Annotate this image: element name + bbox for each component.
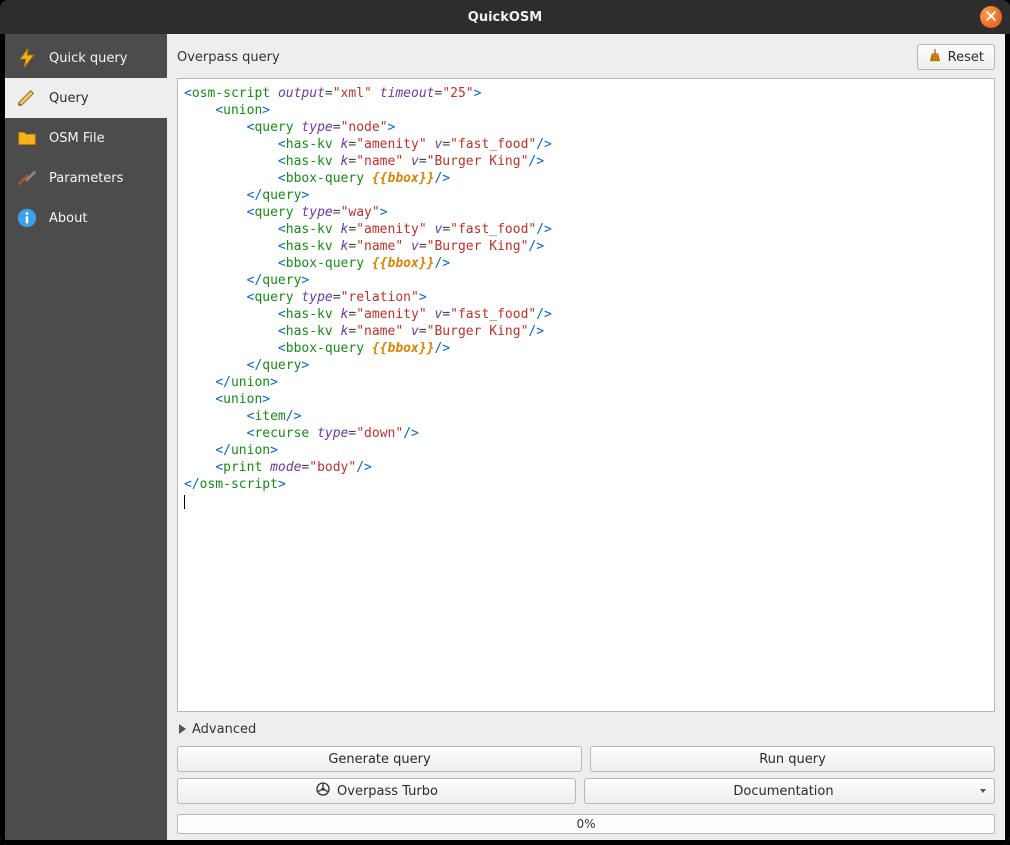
button-row-1: Generate query Run query bbox=[177, 746, 995, 772]
sidebar-item-quick-query[interactable]: Quick query bbox=[5, 38, 167, 78]
info-icon bbox=[15, 206, 39, 230]
titlebar: QuickOSM bbox=[0, 0, 1010, 34]
documentation-button[interactable]: Documentation bbox=[584, 778, 995, 804]
run-query-label: Run query bbox=[759, 752, 826, 767]
sidebar-item-about[interactable]: About bbox=[5, 198, 167, 238]
window-close-button[interactable] bbox=[980, 6, 1002, 28]
advanced-expander[interactable]: Advanced bbox=[177, 718, 995, 740]
sidebar-item-label: About bbox=[49, 211, 87, 226]
lightning-icon bbox=[15, 46, 39, 70]
sidebar-item-osm-file[interactable]: OSM File bbox=[5, 118, 167, 158]
overpass-turbo-button[interactable]: Overpass Turbo bbox=[177, 778, 576, 804]
generate-query-label: Generate query bbox=[328, 752, 430, 767]
pencil-icon bbox=[15, 86, 39, 110]
text-cursor bbox=[184, 495, 185, 509]
broom-icon bbox=[928, 48, 942, 66]
documentation-label: Documentation bbox=[733, 784, 833, 799]
body: Quick query Query OSM File Parameters bbox=[0, 34, 1010, 845]
sidebar-item-label: Quick query bbox=[49, 51, 127, 66]
progress-bar: 0% bbox=[177, 814, 995, 834]
tools-icon bbox=[15, 166, 39, 190]
window-title: QuickOSM bbox=[468, 10, 542, 25]
sidebar: Quick query Query OSM File Parameters bbox=[5, 34, 167, 840]
reset-button[interactable]: Reset bbox=[917, 44, 995, 70]
triangle-right-icon bbox=[179, 724, 186, 734]
sidebar-item-parameters[interactable]: Parameters bbox=[5, 158, 167, 198]
advanced-label: Advanced bbox=[192, 722, 256, 737]
overpass-turbo-label: Overpass Turbo bbox=[337, 784, 438, 799]
sidebar-item-label: Query bbox=[49, 91, 89, 106]
steering-wheel-icon bbox=[315, 781, 331, 801]
folder-icon bbox=[15, 126, 39, 150]
sidebar-item-label: OSM File bbox=[49, 131, 105, 146]
run-query-button[interactable]: Run query bbox=[590, 746, 995, 772]
close-icon bbox=[986, 10, 996, 25]
button-row-2: Overpass Turbo Documentation bbox=[177, 778, 995, 804]
reset-label: Reset bbox=[948, 50, 984, 65]
generate-query-button[interactable]: Generate query bbox=[177, 746, 582, 772]
query-editor[interactable]: <osm-script output="xml" timeout="25"> <… bbox=[177, 78, 995, 712]
progress-text: 0% bbox=[576, 817, 595, 831]
section-header: Overpass query Reset bbox=[177, 42, 995, 72]
section-title: Overpass query bbox=[177, 50, 280, 65]
window: QuickOSM Quick query Query bbox=[0, 0, 1010, 845]
sidebar-item-label: Parameters bbox=[49, 171, 123, 186]
sidebar-item-query[interactable]: Query bbox=[5, 78, 167, 118]
main-panel: Overpass query Reset <osm-script output=… bbox=[167, 34, 1005, 840]
